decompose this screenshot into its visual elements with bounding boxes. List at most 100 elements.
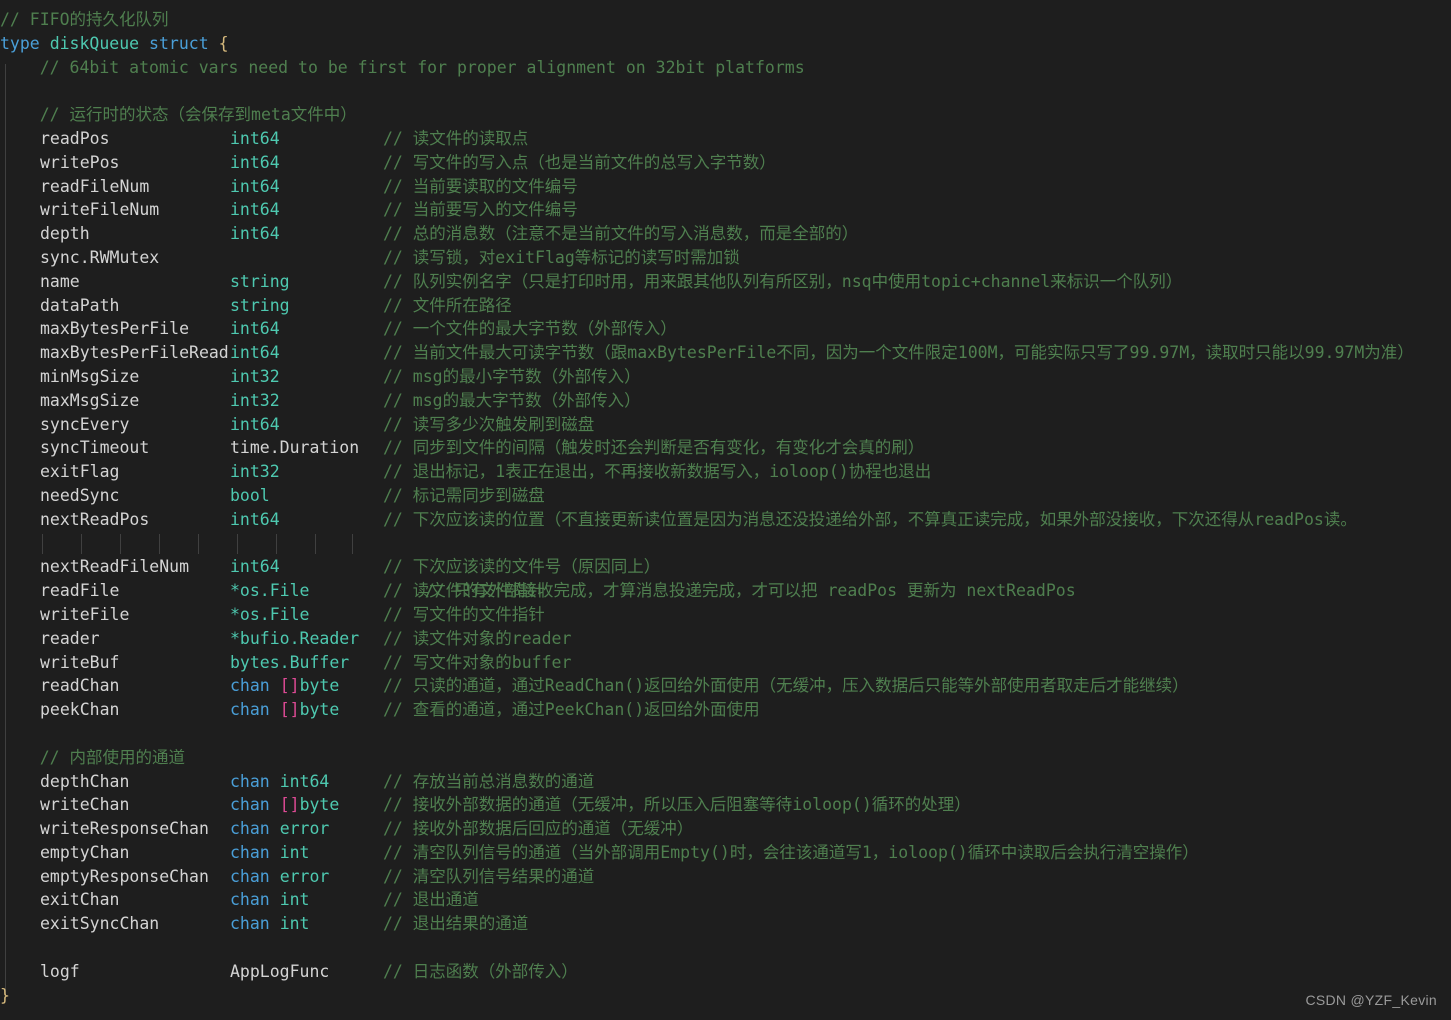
type-name: int64 <box>230 415 280 434</box>
field-comment: // 总的消息数（注意不是当前文件的写入消息数，而是全部的） <box>383 224 858 243</box>
struct-field-line: needSyncbool// 标记需同步到磁盘 <box>0 484 1451 508</box>
field-name: readFile <box>40 579 230 603</box>
keyword-chan: chan <box>230 700 270 719</box>
field-name: readChan <box>40 674 230 698</box>
field-name: exitSyncChan <box>40 912 230 936</box>
comment-text: // FIFO的持久化队列 <box>0 10 169 29</box>
struct-field-line: writeResponseChanchan error// 接收外部数据后回应的… <box>0 817 1451 841</box>
field-type: bytes.Buffer <box>230 651 383 675</box>
struct-field-line: readChanchan []byte// 只读的通道，通过ReadChan()… <box>0 674 1451 698</box>
field-name: depth <box>40 222 230 246</box>
struct-field-line: maxBytesPerFileint64// 一个文件的最大字节数（外部传入） <box>0 317 1451 341</box>
field-type: int64 <box>230 555 383 579</box>
field-name: writeFile <box>40 603 230 627</box>
comment-text: // 64bit atomic vars need to be first fo… <box>40 58 805 77</box>
code-line-close-brace: } <box>0 984 1451 1008</box>
code-editor[interactable]: // FIFO的持久化队列 type diskQueue struct { //… <box>0 0 1451 1020</box>
field-type: string <box>230 270 383 294</box>
field-comment: // 退出通道 <box>383 890 479 909</box>
struct-field-line: writeChanchan []byte// 接收外部数据的通道（无缓冲，所以压… <box>0 793 1451 817</box>
keyword-chan: chan <box>230 890 270 909</box>
comment-text: // 运行时的状态（会保存到meta文件中） <box>40 105 357 124</box>
field-name: depthChan <box>40 770 230 794</box>
struct-field-line: depthChanchan int64// 存放当前总消息数的通道 <box>0 770 1451 794</box>
indent-guides <box>0 532 60 556</box>
field-type: int64 <box>230 127 383 151</box>
struct-field-logf: logfAppLogFunc // 日志函数（外部传入） <box>0 960 1451 984</box>
keyword-chan: chan <box>230 772 270 791</box>
field-comment: // 下次应该读的文件号（原因同上） <box>383 557 660 576</box>
struct-field-line: exitFlagint32// 退出标记，1表正在退出，不再接收新数据写入，io… <box>0 460 1451 484</box>
type-name: int <box>280 914 310 933</box>
field-name: maxBytesPerFile <box>40 317 230 341</box>
struct-field-line: maxBytesPerFileReadint64// 当前文件最大可读字节数（跟… <box>0 341 1451 365</box>
field-comment: // 接收外部数据后回应的通道（无缓冲） <box>383 819 693 838</box>
type-name: int64 <box>230 343 280 362</box>
type-name: int32 <box>230 367 280 386</box>
struct-field-line: nextReadFileNumint64// 下次应该读的文件号（原因同上） <box>0 555 1451 579</box>
type-name: int64 <box>230 224 280 243</box>
field-name: name <box>40 270 230 294</box>
type-name: int32 <box>230 462 280 481</box>
field-name: emptyChan <box>40 841 230 865</box>
field-type: chan []byte <box>230 674 383 698</box>
type-name: int64 <box>230 129 280 148</box>
field-type: *os.File <box>230 603 383 627</box>
field-name: logf <box>40 960 230 984</box>
field-name: writeResponseChan <box>40 817 230 841</box>
type-name: *os.File <box>230 605 309 624</box>
field-comment: // 当前要写入的文件编号 <box>383 200 578 219</box>
field-type: int64 <box>230 413 383 437</box>
field-comment: // 同步到文件的间隔（触发时还会判断是否有变化，有变化才会真的刷） <box>383 438 924 457</box>
type-name: int <box>280 890 310 909</box>
field-comment: // 退出标记，1表正在退出，不再接收新数据写入，ioloop()协程也退出 <box>383 462 931 481</box>
field-type: chan int64 <box>230 770 383 794</box>
field-comment: // 日志函数（外部传入） <box>383 962 578 981</box>
struct-field-line: namestring// 队列实例名字（只是打印时用，用来跟其他队列有所区别，n… <box>0 270 1451 294</box>
field-comment: // 写文件对象的buffer <box>383 653 571 672</box>
code-line-section-runtime: // 运行时的状态（会保存到meta文件中） <box>0 103 1451 127</box>
type-name: int64 <box>230 177 280 196</box>
field-name: readFileNum <box>40 175 230 199</box>
struct-name: diskQueue <box>50 34 139 53</box>
type-name: int64 <box>230 200 280 219</box>
keyword-type: type <box>0 34 40 53</box>
close-brace: } <box>0 986 10 1005</box>
field-comment: // 查看的通道，通过PeekChan()返回给外面使用 <box>383 700 760 719</box>
struct-field-line: logfAppLogFunc // 日志函数（外部传入） <box>0 960 1451 984</box>
struct-field-line: sync.RWMutex// 读写锁，对exitFlag等标记的读写时需加锁 <box>0 246 1451 270</box>
type-name: byte <box>300 676 340 695</box>
field-comment: // 下次应该读的位置（不直接更新读位置是因为消息还没投递给外部，不算真正读完成… <box>383 510 1357 529</box>
field-name: minMsgSize <box>40 365 230 389</box>
keyword-chan: chan <box>230 843 270 862</box>
field-type: int64 <box>230 222 383 246</box>
code-line-section-channels: // 内部使用的通道 <box>0 746 1451 770</box>
type-name: AppLogFunc <box>230 962 329 981</box>
keyword-struct: struct <box>149 34 209 53</box>
type-name: int64 <box>230 319 280 338</box>
type-name: int64 <box>230 557 280 576</box>
struct-field-line: depthint64 // 总的消息数（注意不是当前文件的写入消息数，而是全部的） <box>0 222 1451 246</box>
type-name: error <box>280 867 330 886</box>
field-comment: // 写文件的文件指针 <box>383 605 545 624</box>
field-name: writeBuf <box>40 651 230 675</box>
field-name: peekChan <box>40 698 230 722</box>
comment-text: // 内部使用的通道 <box>40 748 185 767</box>
struct-field-group-channels: depthChanchan int64// 存放当前总消息数的通道writeCh… <box>0 770 1451 937</box>
field-comment: // 当前要读取的文件编号 <box>383 177 578 196</box>
field-type: AppLogFunc <box>230 960 383 984</box>
struct-field-group-runtime: readPosint64// 读文件的读取点writePosint64// 写文… <box>0 127 1451 532</box>
type-name: byte <box>300 700 340 719</box>
struct-field-line: syncEveryint64// 读写多少次触发刷到磁盘 <box>0 413 1451 437</box>
type-name: int <box>280 843 310 862</box>
field-type: int32 <box>230 460 383 484</box>
field-type: int64 <box>230 175 383 199</box>
code-line-struct-decl: type diskQueue struct { <box>0 32 1451 56</box>
field-comment: // 文件所在路径 <box>383 296 512 315</box>
field-comment: // 接收外部数据的通道（无缓冲，所以压入后阻塞等待ioloop()循环的处理） <box>383 795 971 814</box>
field-comment: // msg的最大字节数（外部传入） <box>383 391 641 410</box>
struct-field-line: writeFile*os.File // 写文件的文件指针 <box>0 603 1451 627</box>
struct-field-group-runtime-2: nextReadFileNumint64// 下次应该读的文件号（原因同上）re… <box>0 555 1451 722</box>
field-type: bool <box>230 484 383 508</box>
type-name: int64 <box>230 510 280 529</box>
